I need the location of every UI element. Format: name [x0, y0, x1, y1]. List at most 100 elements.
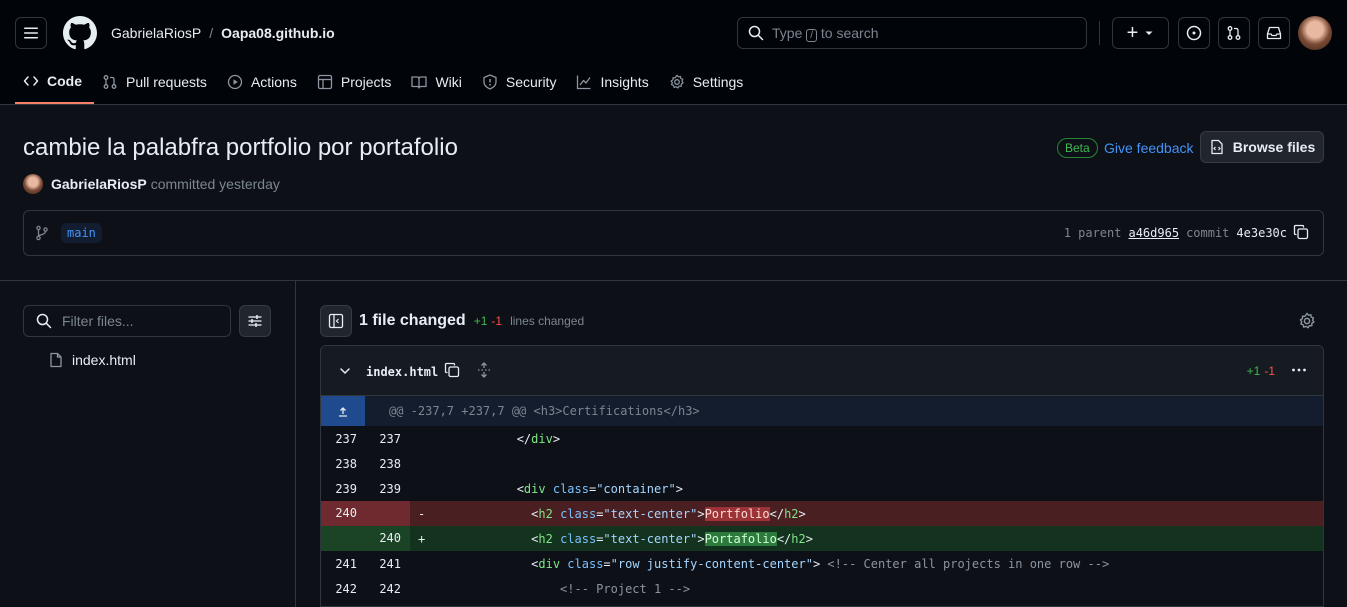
beta-badge: Beta [1057, 138, 1098, 158]
tab-wiki[interactable]: Wiki [403, 64, 473, 100]
tab-code[interactable]: Code [15, 64, 94, 104]
github-logo-icon[interactable] [63, 16, 97, 50]
file-deletions: -1 [1264, 364, 1275, 378]
header-divider [1099, 21, 1100, 45]
old-line-number[interactable]: 239 [321, 482, 365, 496]
play-icon [227, 74, 243, 90]
gear-icon [670, 74, 684, 89]
tab-insights[interactable]: Insights [568, 64, 660, 100]
file-icon [50, 352, 62, 368]
old-line-number[interactable]: 241 [321, 557, 365, 571]
fold-up-icon [339, 407, 347, 417]
tab-actions[interactable]: Actions [219, 64, 309, 100]
tab-label: Settings [692, 74, 744, 90]
old-line-number[interactable] [321, 526, 365, 551]
new-line-number[interactable]: 238 [365, 457, 410, 471]
diff-line: 239 239 <div class="container"> [321, 476, 1323, 501]
commit-time: committed yesterday [150, 176, 280, 192]
new-line-number[interactable]: 241 [365, 557, 410, 571]
search-shortcut-key: / [806, 28, 818, 42]
tab-projects[interactable]: Projects [309, 64, 404, 100]
give-feedback-link[interactable]: Give feedback [1104, 140, 1194, 156]
filter-options-button[interactable] [239, 305, 271, 337]
code-text: <div class="row justify-content-center">… [430, 556, 1110, 571]
copy-icon[interactable] [444, 362, 460, 378]
new-line-number[interactable]: 242 [365, 582, 410, 596]
diff-file-name[interactable]: index.html [366, 365, 438, 379]
diff-settings-gear-icon[interactable] [1298, 312, 1316, 330]
search-input[interactable]: Type / to search [737, 17, 1087, 49]
chevron-down-icon[interactable] [339, 365, 351, 377]
old-line-number[interactable]: 238 [321, 457, 365, 471]
hunk-text: @@ -237,7 +237,7 @@ <h3>Certifications</… [389, 404, 700, 418]
commit-meta-box: main 1 parent a46d965 commit 4e3e30c [23, 210, 1324, 256]
new-line-number[interactable]: 237 [365, 432, 410, 446]
new-line-number[interactable] [365, 501, 410, 526]
issues-button[interactable] [1178, 17, 1210, 49]
additions-count: +1 [473, 314, 488, 328]
section-divider [0, 280, 1347, 281]
tab-pull-requests[interactable]: Pull requests [94, 64, 219, 100]
author-avatar[interactable] [23, 174, 43, 194]
diff-line-deletion: 240 - <h2 class="text-center">Portfolio</… [321, 501, 1323, 526]
code-text: <div class="container"> [430, 481, 683, 496]
code-text: <h2 class="text-center">Portafolio</h2> [430, 531, 813, 546]
author-name[interactable]: GabrielaRiosP [51, 176, 147, 192]
breadcrumb-separator: / [209, 25, 214, 41]
file-additions: +1 [1246, 364, 1261, 378]
tab-label: Pull requests [126, 74, 207, 90]
commit-author-line: GabrielaRiosP committed yesterday [23, 174, 280, 194]
code-text: <!-- Project 1 --> [430, 581, 691, 596]
expand-up-button[interactable] [321, 396, 365, 426]
git-pull-request-icon [1227, 26, 1241, 40]
copy-icon[interactable] [1293, 224, 1309, 240]
kebab-horizontal-icon[interactable] [1291, 362, 1307, 378]
commit-hash: 4e3e30c [1236, 226, 1287, 240]
tab-security[interactable]: Security [474, 64, 569, 100]
diff-summary: 1 file changed +1 -1 lines changed [359, 312, 584, 330]
file-tree-item[interactable]: index.html [48, 352, 136, 368]
triangle-down-icon [1145, 31, 1153, 35]
old-line-number[interactable]: 242 [321, 582, 365, 596]
diff-line: 238 238 [321, 451, 1323, 476]
tab-label: Wiki [435, 74, 462, 90]
parent-count: 1 parent [1063, 226, 1122, 240]
tab-settings[interactable]: Settings [661, 64, 756, 100]
git-branch-icon [36, 225, 48, 241]
shield-icon [483, 74, 497, 90]
repo-link[interactable]: Oapa08.github.io [221, 25, 335, 41]
parent-hash-link[interactable]: a46d965 [1128, 226, 1179, 240]
diff-line: 242 242 <!-- Project 1 --> [321, 576, 1323, 601]
search-icon [36, 313, 52, 329]
commit-title: cambie la palabfra portfolio por portafo… [23, 134, 458, 161]
sidebar-divider [295, 281, 296, 607]
code-icon [23, 76, 39, 86]
old-line-number[interactable]: 240 [321, 501, 365, 526]
tab-label: Code [47, 73, 82, 89]
new-line-number[interactable]: 240 [365, 526, 410, 551]
tab-label: Security [505, 74, 557, 90]
filter-files-input[interactable]: Filter files... [23, 305, 231, 337]
toggle-file-tree-button[interactable] [320, 305, 352, 337]
browse-files-button[interactable]: Browse files [1200, 131, 1324, 163]
commit-word: commit [1186, 226, 1230, 240]
diff-line: 241 241 <div class="row justify-content-c… [321, 551, 1323, 576]
browse-files-label: Browse files [1232, 139, 1316, 155]
new-line-number[interactable]: 239 [365, 482, 410, 496]
owner-link[interactable]: GabrielaRiosP [111, 25, 201, 41]
inbox-button[interactable] [1258, 17, 1290, 49]
pull-request-icon [103, 75, 117, 89]
tab-label: Insights [600, 74, 649, 90]
tab-label: Projects [340, 74, 392, 90]
unfold-icon[interactable] [476, 362, 492, 378]
graph-icon [577, 75, 591, 90]
branch-label[interactable]: main [61, 223, 102, 243]
file-code-icon [1211, 139, 1223, 155]
create-new-button[interactable]: + [1112, 17, 1169, 49]
user-avatar[interactable] [1298, 16, 1332, 50]
old-line-number[interactable]: 237 [321, 432, 365, 446]
pull-requests-button[interactable] [1218, 17, 1250, 49]
menu-button[interactable] [15, 17, 47, 49]
lines-changed-label: lines changed [510, 314, 585, 328]
sliders-icon [248, 315, 262, 327]
